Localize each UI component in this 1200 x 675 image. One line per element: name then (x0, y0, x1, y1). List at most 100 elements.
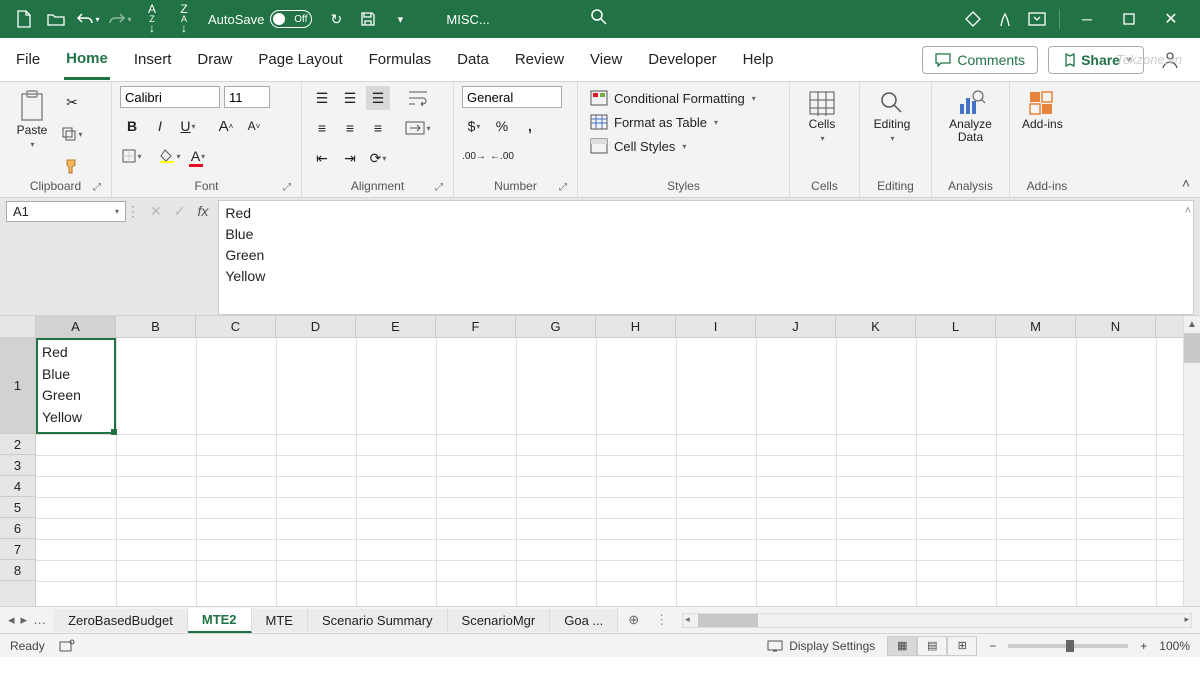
coming-soon-icon[interactable] (992, 6, 1018, 32)
formula-collapse-icon[interactable]: ˄ (1185, 203, 1191, 220)
tab-help[interactable]: Help (741, 41, 776, 78)
cells-area[interactable]: Red Blue Green Yellow (36, 338, 1200, 606)
fill-color-icon[interactable]: ▾ (158, 144, 182, 168)
fill-handle[interactable] (111, 429, 117, 435)
col-header-C[interactable]: C (196, 316, 276, 337)
open-file-icon[interactable] (43, 6, 69, 32)
wrap-text-icon[interactable] (402, 86, 434, 110)
sheet-nav-prev-icon[interactable]: ◂ (8, 612, 15, 628)
sheet-tab-5[interactable]: Goa ... (550, 609, 618, 632)
undo-icon[interactable]: ▾ (75, 6, 101, 32)
col-header-L[interactable]: L (916, 316, 996, 337)
col-header-I[interactable]: I (676, 316, 756, 337)
sheet-tab-1[interactable]: MTE2 (188, 608, 252, 633)
format-painter-icon[interactable] (60, 154, 84, 178)
tab-home[interactable]: Home (64, 40, 110, 80)
align-top-icon[interactable]: ☰ (310, 86, 334, 110)
tab-developer[interactable]: Developer (646, 41, 718, 78)
col-header-H[interactable]: H (596, 316, 676, 337)
sync-icon[interactable]: ↻ (323, 6, 349, 32)
horizontal-scrollbar[interactable]: ◂ ▸ (682, 613, 1192, 628)
sheet-nav-more-icon[interactable]: … (33, 612, 46, 628)
sheet-tab-2[interactable]: MTE (252, 609, 308, 632)
addins-button[interactable]: Add-ins (1018, 86, 1067, 135)
sheet-nav-next-icon[interactable]: ▸ (21, 612, 28, 628)
close-icon[interactable]: ✕ (1153, 6, 1189, 32)
account-icon[interactable] (1157, 47, 1183, 73)
row-header-5[interactable]: 5 (0, 497, 35, 518)
bold-icon[interactable]: B (120, 114, 144, 138)
add-sheet-icon[interactable]: ⊕ (618, 612, 649, 628)
format-as-table-button[interactable]: Format as Table▾ (586, 112, 760, 132)
percent-icon[interactable]: % (490, 114, 514, 138)
currency-icon[interactable]: $▾ (462, 114, 486, 138)
save-icon[interactable] (355, 6, 381, 32)
cut-icon[interactable]: ✂ (60, 90, 84, 114)
align-left-icon[interactable]: ≡ (310, 116, 334, 140)
font-name-select[interactable] (120, 86, 220, 108)
cell-styles-button[interactable]: Cell Styles▾ (586, 136, 760, 156)
zoom-slider[interactable] (1008, 644, 1128, 648)
col-header-M[interactable]: M (996, 316, 1076, 337)
row-header-8[interactable]: 8 (0, 560, 35, 581)
merge-icon[interactable]: ▾ (402, 116, 434, 140)
row-header-4[interactable]: 4 (0, 476, 35, 497)
col-header-B[interactable]: B (116, 316, 196, 337)
col-header-K[interactable]: K (836, 316, 916, 337)
select-all-corner[interactable] (0, 316, 36, 337)
view-normal-icon[interactable]: ▦ (887, 636, 917, 656)
sort-asc-icon[interactable]: AZ↓ (139, 6, 165, 32)
col-header-N[interactable]: N (1076, 316, 1156, 337)
tab-file[interactable]: File (14, 41, 42, 78)
scroll-up-icon[interactable]: ▲ (1184, 316, 1200, 333)
view-page-break-icon[interactable]: ⊞ (947, 636, 977, 656)
orientation-icon[interactable]: ⟳▾ (366, 146, 390, 170)
zoom-out-icon[interactable]: − (989, 639, 996, 653)
sheet-tab-4[interactable]: ScenarioMgr (448, 609, 551, 632)
tab-formulas[interactable]: Formulas (367, 41, 434, 78)
align-right-icon[interactable]: ≡ (366, 116, 390, 140)
underline-icon[interactable]: U▾ (176, 114, 200, 138)
borders-icon[interactable]: ▾ (120, 144, 144, 168)
name-box[interactable]: A1▾ (6, 201, 126, 222)
tab-data[interactable]: Data (455, 41, 491, 78)
autosave-toggle[interactable]: AutoSave Off (208, 10, 312, 28)
shrink-font-icon[interactable]: A˅ (242, 114, 266, 138)
decrease-decimal-icon[interactable]: ←.00 (490, 144, 514, 168)
alignment-dialog-icon[interactable]: ⤢ (435, 182, 443, 193)
enter-formula-icon[interactable]: ✓ (174, 203, 186, 220)
scroll-thumb[interactable] (1184, 333, 1200, 363)
row-header-3[interactable]: 3 (0, 455, 35, 476)
tab-draw[interactable]: Draw (195, 41, 234, 78)
align-bottom-icon[interactable]: ☰ (366, 86, 390, 110)
cell-A1[interactable]: Red Blue Green Yellow (36, 338, 116, 434)
align-center-icon[interactable]: ≡ (338, 116, 362, 140)
row-header-6[interactable]: 6 (0, 518, 35, 539)
zoom-level[interactable]: 100% (1159, 639, 1190, 653)
clipboard-dialog-icon[interactable]: ⤢ (93, 182, 101, 193)
col-header-J[interactable]: J (756, 316, 836, 337)
col-header-A[interactable]: A (36, 316, 116, 337)
tab-view[interactable]: View (588, 41, 624, 78)
col-header-E[interactable]: E (356, 316, 436, 337)
font-size-select[interactable] (224, 86, 270, 108)
number-dialog-icon[interactable]: ⤢ (559, 182, 567, 193)
tab-page-layout[interactable]: Page Layout (256, 41, 344, 78)
ribbon-mode-icon[interactable] (1024, 6, 1050, 32)
formula-input[interactable]: Red Blue Green Yellow ˄ (218, 200, 1194, 315)
col-header-F[interactable]: F (436, 316, 516, 337)
macro-record-icon[interactable] (59, 639, 75, 653)
indent-right-icon[interactable]: ⇥ (338, 146, 362, 170)
conditional-formatting-button[interactable]: Conditional Formatting▾ (586, 88, 760, 108)
indent-left-icon[interactable]: ⇤ (310, 146, 334, 170)
qat-customize-icon[interactable]: ▾ (387, 6, 413, 32)
minimize-icon[interactable]: ─ (1069, 6, 1105, 32)
analyze-data-button[interactable]: Analyze Data (940, 86, 1001, 148)
row-header-2[interactable]: 2 (0, 434, 35, 455)
comments-button[interactable]: Comments (922, 46, 1038, 74)
number-format-select[interactable] (462, 86, 562, 108)
cancel-formula-icon[interactable]: ✕ (150, 203, 162, 220)
redo-icon[interactable]: ▾ (107, 6, 133, 32)
tab-review[interactable]: Review (513, 41, 566, 78)
collapse-ribbon-icon[interactable]: ˄ (1182, 175, 1190, 191)
